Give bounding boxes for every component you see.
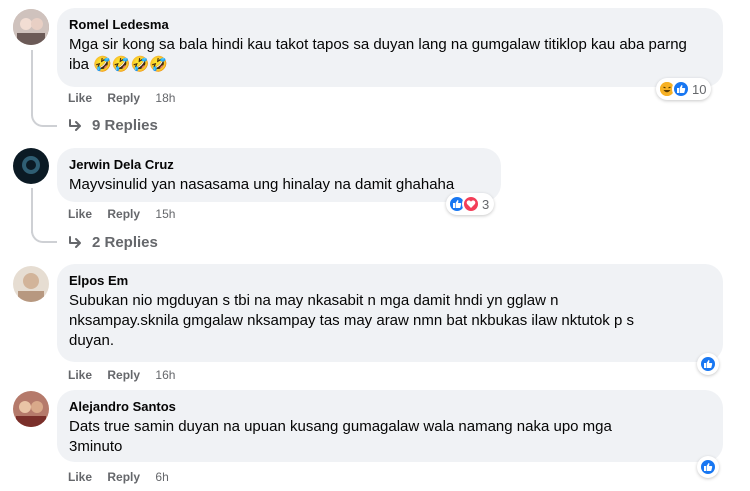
comment-bubble: Romel Ledesma Mga sir kong sa bala hindi… xyxy=(57,8,723,87)
view-replies-link[interactable]: 9 Replies xyxy=(68,117,158,134)
reaction-summary[interactable]: 3 xyxy=(446,193,495,215)
avatar[interactable] xyxy=(13,148,49,184)
avatar[interactable] xyxy=(13,9,49,45)
comment-timestamp[interactable]: 15h xyxy=(155,207,175,221)
comment-actions: Like Reply 16h xyxy=(68,368,187,382)
comment-timestamp[interactable]: 16h xyxy=(155,368,175,382)
comment-actions: Like Reply 18h xyxy=(68,91,187,105)
reply-button[interactable]: Reply xyxy=(107,207,140,221)
avatar[interactable] xyxy=(13,391,49,427)
reply-arrow-icon xyxy=(69,235,81,248)
reaction-count: 10 xyxy=(692,81,707,97)
comment-bubble: Jerwin Dela Cruz Mayvsinulid yan nasasam… xyxy=(57,148,501,202)
like-button[interactable]: Like xyxy=(68,368,92,382)
replies-count[interactable]: 2 Replies xyxy=(92,234,158,251)
comment-author[interactable]: Romel Ledesma xyxy=(69,16,711,33)
like-icon xyxy=(699,458,717,476)
comment-bubble: Alejandro Santos Dats true samin duyan n… xyxy=(57,390,723,462)
like-button[interactable]: Like xyxy=(68,91,92,105)
like-icon xyxy=(699,355,717,373)
comment-author[interactable]: Elpos Em xyxy=(69,272,711,289)
love-icon xyxy=(462,195,480,213)
reaction-count: 3 xyxy=(482,196,490,212)
comment-text: Mayvsinulid yan nasasama ung hinalay na … xyxy=(69,176,455,193)
comment-text: Mga sir kong sa bala hindi kau takot tap… xyxy=(69,36,687,73)
reply-button[interactable]: Reply xyxy=(107,470,140,484)
avatar[interactable] xyxy=(13,266,49,302)
comment-timestamp[interactable]: 18h xyxy=(155,91,175,105)
comment-actions: Like Reply 6h xyxy=(68,470,181,484)
reply-button[interactable]: Reply xyxy=(107,368,140,382)
reply-arrow-icon xyxy=(69,118,81,131)
reply-button[interactable]: Reply xyxy=(107,91,140,105)
like-button[interactable]: Like xyxy=(68,470,92,484)
view-replies-link[interactable]: 2 Replies xyxy=(68,234,158,251)
comment-author[interactable]: Jerwin Dela Cruz xyxy=(69,156,489,173)
thread-connector xyxy=(31,229,57,243)
thread-line xyxy=(31,50,33,116)
reaction-summary[interactable] xyxy=(697,456,719,478)
comment-author[interactable]: Alejandro Santos xyxy=(69,398,711,415)
reaction-summary[interactable]: 10 xyxy=(656,78,712,100)
reaction-summary[interactable] xyxy=(697,353,719,375)
comment-actions: Like Reply 15h xyxy=(68,207,187,221)
comment-text: Subukan nio mgduyan s tbi na may nkasabi… xyxy=(69,292,634,349)
like-button[interactable]: Like xyxy=(68,207,92,221)
thread-line xyxy=(31,188,33,233)
comment-timestamp[interactable]: 6h xyxy=(155,470,168,484)
thread-connector xyxy=(31,113,57,127)
replies-count[interactable]: 9 Replies xyxy=(92,117,158,134)
comment-text: Dats true samin duyan na upuan kusang gu… xyxy=(69,418,612,455)
comment-bubble: Elpos Em Subukan nio mgduyan s tbi na ma… xyxy=(57,264,723,362)
like-icon xyxy=(672,80,690,98)
